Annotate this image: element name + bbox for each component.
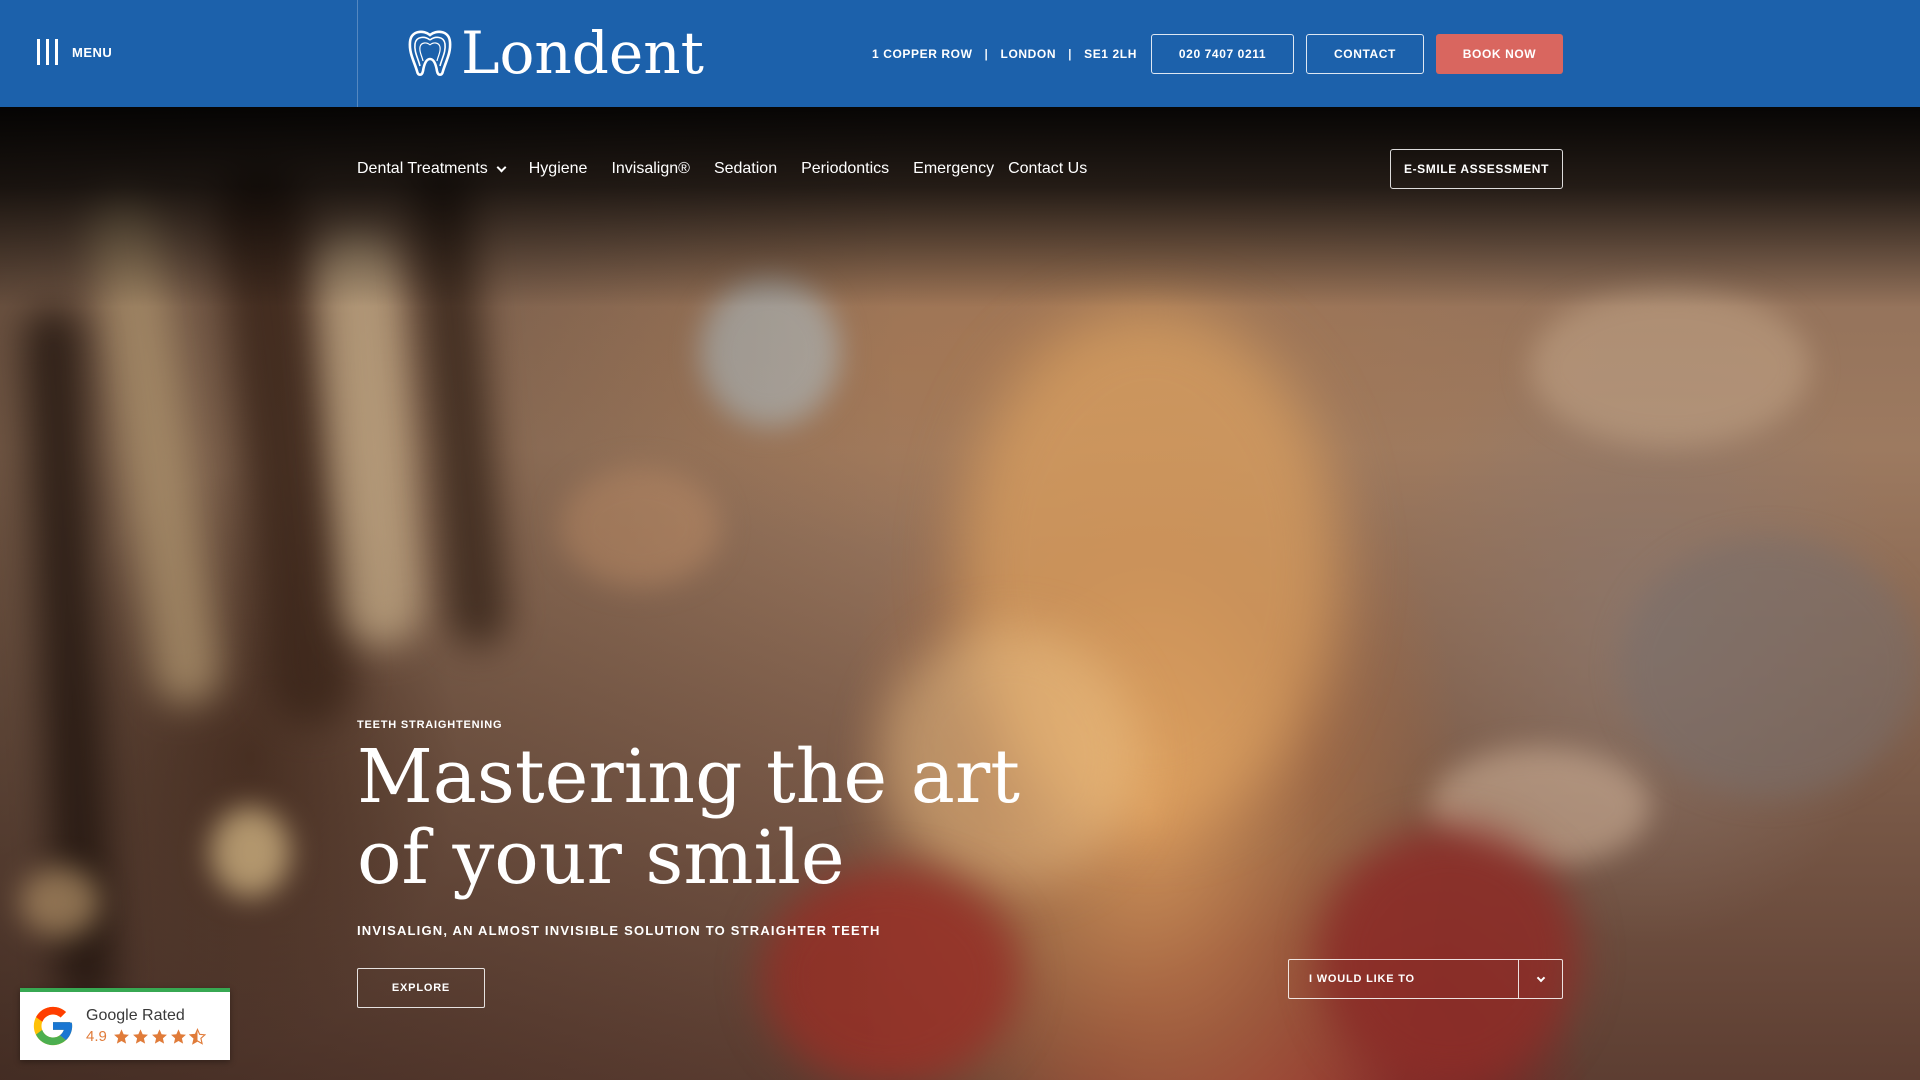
hero-eyebrow: TEETH STRAIGHTENING — [357, 719, 503, 731]
nav-item-periodontics[interactable]: Periodontics — [801, 160, 889, 178]
phone-button[interactable]: 020 7407 0211 — [1151, 34, 1294, 74]
nav-item-label: Dental Treatments — [357, 160, 488, 177]
rating-stars — [113, 1028, 206, 1045]
nav-item-sedation[interactable]: Sedation — [714, 160, 777, 178]
star-icon — [170, 1029, 186, 1044]
chevron-down-icon — [1536, 973, 1545, 982]
google-rating-score: 4.9 — [86, 1028, 107, 1045]
i-would-like-to-select[interactable]: I WOULD LIKE TO — [1288, 959, 1563, 999]
hamburger-icon — [37, 39, 58, 65]
address-city: LONDON — [1000, 47, 1057, 61]
logo[interactable]: Londent — [405, 19, 704, 87]
nav-item-emergency[interactable]: Emergency — [913, 160, 994, 178]
logo-text: Londent — [461, 19, 704, 87]
tooth-logo-icon — [408, 30, 452, 77]
nav-item-invisalign[interactable]: Invisalign® — [611, 160, 690, 178]
hero-section: Dental Treatments Hygiene Invisalign® Se… — [0, 107, 1920, 1080]
menu-label: MENU — [72, 44, 113, 60]
topbar-divider — [357, 0, 358, 107]
address-separator: | — [1068, 47, 1073, 61]
nav-item-contact-us[interactable]: Contact Us — [1008, 160, 1087, 178]
hero-top-shade — [0, 107, 1920, 307]
select-toggle[interactable] — [1518, 960, 1562, 998]
address: 1 COPPER ROW | LONDON | SE1 2LH — [872, 47, 1137, 61]
google-rating-text: Google Rated 4.9 — [86, 1007, 206, 1045]
nav-item-hygiene[interactable]: Hygiene — [529, 160, 588, 178]
google-rating-row: 4.9 — [86, 1028, 206, 1045]
address-street: 1 COPPER ROW — [872, 47, 973, 61]
menu-button[interactable]: MENU — [37, 38, 112, 66]
top-bar: MENU Londent 1 COPPER ROW | LONDON | SE1… — [0, 0, 1920, 107]
hero-headline-line-2: of your smile — [357, 815, 845, 901]
nav-item-dental-treatments[interactable]: Dental Treatments — [357, 160, 507, 178]
address-postcode: SE1 2LH — [1084, 47, 1137, 61]
hero-headline: Mastering the art of your smile — [357, 737, 1057, 899]
google-logo-icon — [33, 1006, 73, 1046]
google-rated-title: Google Rated — [86, 1007, 185, 1024]
e-smile-assessment-button[interactable]: E-SMILE ASSESSMENT — [1390, 149, 1563, 189]
star-icon — [132, 1029, 148, 1044]
select-label: I WOULD LIKE TO — [1309, 973, 1415, 985]
book-now-button[interactable]: BOOK NOW — [1436, 34, 1563, 74]
hero-subline: INVISALIGN, AN ALMOST INVISIBLE SOLUTION… — [357, 923, 881, 938]
main-nav: Dental Treatments Hygiene Invisalign® Se… — [357, 160, 1111, 178]
star-icon — [113, 1029, 129, 1044]
contact-button[interactable]: CONTACT — [1306, 34, 1424, 74]
google-rated-badge[interactable]: Google Rated 4.9 — [20, 988, 230, 1060]
star-half-icon — [188, 1028, 206, 1045]
chevron-down-icon — [496, 162, 507, 172]
star-icon — [151, 1029, 167, 1044]
address-separator: | — [984, 47, 989, 61]
hero-headline-line-1: Mastering the art — [357, 734, 1020, 820]
explore-button[interactable]: EXPLORE — [357, 968, 485, 1008]
